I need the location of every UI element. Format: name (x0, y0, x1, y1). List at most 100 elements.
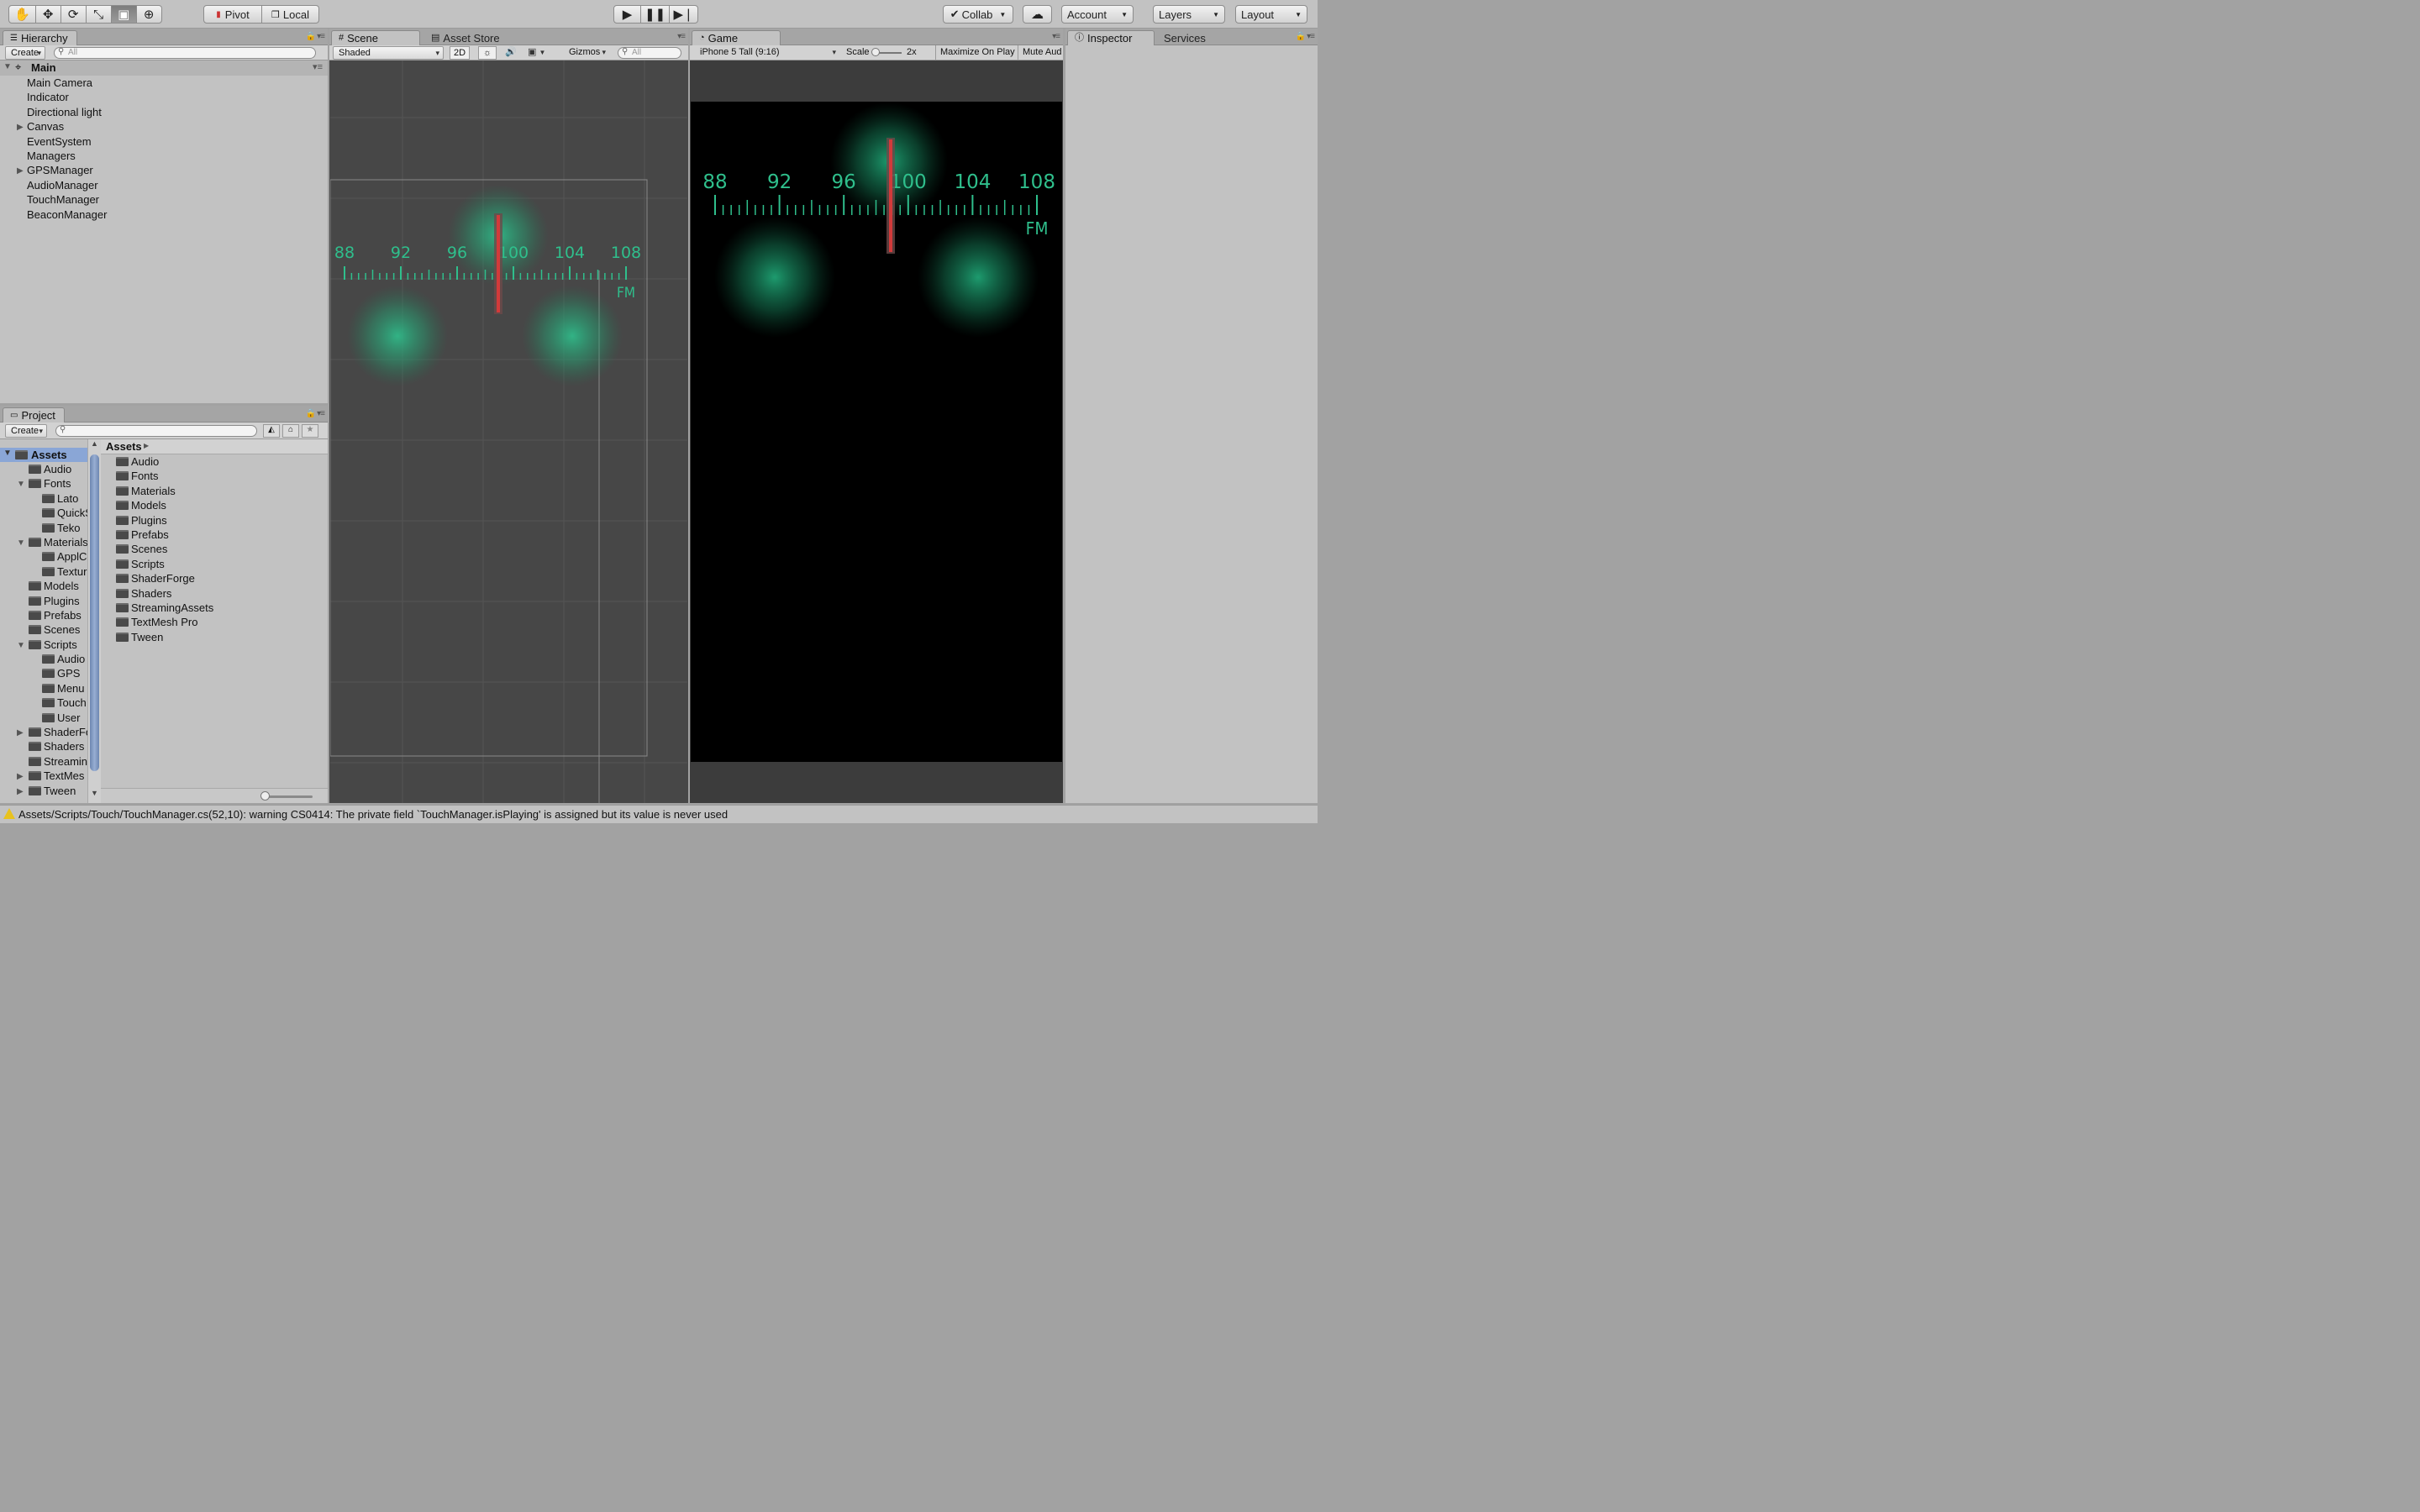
hierarchy-item[interactable]: Indicator (0, 90, 328, 104)
transform-tool-button[interactable]: ⊕ (136, 5, 162, 24)
audio-toggle[interactable]: 🔊 (502, 46, 520, 60)
asset-folder-item[interactable]: ShaderForge (101, 571, 328, 585)
tab-game[interactable]: ◔ Game (692, 30, 781, 45)
project-tree-item[interactable]: ▶ TextMes (0, 769, 87, 783)
filter-label-button[interactable]: ⌂ (282, 424, 299, 438)
expand-arrow-icon[interactable]: ▼ (17, 638, 25, 653)
expand-arrow-icon[interactable]: ▶ (17, 785, 24, 799)
project-tree-item[interactable]: Plugins (0, 594, 87, 608)
mode-2d-toggle[interactable]: 2D (450, 46, 470, 60)
maximize-on-play-toggle[interactable]: Maximize On Play (935, 45, 1018, 60)
project-tree-item[interactable]: Menu (0, 681, 87, 696)
asset-folder-item[interactable]: Fonts (101, 469, 328, 483)
project-tree-item[interactable]: GPS (0, 666, 87, 680)
tab-asset-store[interactable]: ▤ Asset Store (424, 30, 509, 45)
expand-arrow-icon[interactable]: ▶ (17, 726, 24, 740)
asset-folder-item[interactable]: StreamingAssets (101, 601, 328, 615)
hierarchy-search-input[interactable]: All (54, 47, 316, 59)
hierarchy-item[interactable]: ▶ GPSManager (0, 163, 328, 177)
expand-arrow-icon[interactable]: ▼ (3, 62, 12, 71)
project-tree-item[interactable]: Prefabs (0, 608, 87, 622)
hierarchy-item[interactable]: BeaconManager (0, 207, 328, 222)
favorites-button[interactable]: ★ (302, 424, 318, 438)
step-button[interactable]: ▶❘ (670, 5, 698, 24)
project-tree-item[interactable]: Models (0, 579, 87, 593)
gizmos-dropdown[interactable]: Gizmos (564, 46, 609, 60)
panel-menu-icon[interactable]: 🔒 ▾≡ (306, 32, 325, 41)
project-create-dropdown[interactable]: Create (5, 424, 47, 438)
panel-menu-icon[interactable]: 🔒 ▾≡ (1296, 32, 1315, 41)
project-tree-item[interactable]: Audio (0, 652, 87, 666)
asset-folder-item[interactable]: TextMesh Pro (101, 615, 328, 629)
tab-scene[interactable]: # Scene (331, 30, 420, 45)
scene-menu-icon[interactable]: ▾≡ (313, 61, 323, 72)
hierarchy-item[interactable]: Directional light (0, 105, 328, 119)
project-search-input[interactable] (55, 425, 257, 437)
tree-scrollbar[interactable]: ▲ ▼ (87, 439, 101, 803)
asset-folder-item[interactable]: Audio (101, 454, 328, 469)
expand-arrow-icon[interactable]: ▶ (17, 164, 24, 178)
tab-hierarchy[interactable]: ☰ Hierarchy (3, 30, 77, 45)
hierarchy-item[interactable]: TouchManager (0, 192, 328, 207)
scroll-thumb[interactable] (90, 454, 99, 771)
project-tree-item[interactable]: ▼ Scripts (0, 638, 87, 652)
expand-arrow-icon[interactable]: ▼ (3, 449, 12, 458)
lighting-toggle[interactable]: ☼ (478, 46, 497, 60)
hand-tool-button[interactable]: ✋ (8, 5, 36, 24)
pause-button[interactable]: ❚❚ (641, 5, 670, 24)
local-button[interactable]: ❒ Local (262, 5, 319, 24)
resolution-dropdown[interactable]: iPhone 5 Tall (9:16) (695, 46, 839, 60)
cloud-button[interactable]: ☁ (1023, 5, 1052, 24)
asset-folder-item[interactable]: Scenes (101, 542, 328, 556)
shading-mode-dropdown[interactable]: Shaded (333, 46, 444, 60)
pivot-button[interactable]: ▮ Pivot (203, 5, 262, 24)
asset-folder-item[interactable]: Materials (101, 484, 328, 498)
scroll-down-icon[interactable]: ▼ (91, 789, 98, 797)
expand-arrow-icon[interactable]: ▼ (17, 536, 25, 550)
tab-inspector[interactable]: ⓘ Inspector (1067, 30, 1155, 45)
panel-menu-icon[interactable]: 🔒 ▾≡ (306, 409, 325, 418)
asset-folder-item[interactable]: Shaders (101, 586, 328, 601)
layers-dropdown[interactable]: Layers ▼ (1153, 5, 1225, 24)
scale-tool-button[interactable]: ⤡ (86, 5, 112, 24)
project-tree-item[interactable]: Textur (0, 564, 87, 579)
move-tool-button[interactable]: ✥ (35, 5, 61, 24)
hierarchy-item[interactable]: ▶ Canvas (0, 119, 328, 134)
asset-folder-item[interactable]: Plugins (101, 513, 328, 528)
icon-size-slider-track[interactable] (262, 795, 313, 798)
project-tree-item[interactable]: ▶ ShaderFo (0, 725, 87, 739)
panel-menu-icon[interactable]: ▾≡ (1052, 32, 1060, 41)
project-tree-item[interactable]: Teko (0, 521, 87, 535)
project-tree-item[interactable]: Streamin (0, 754, 87, 769)
asset-folder-item[interactable]: Prefabs (101, 528, 328, 542)
effects-dropdown[interactable]: ▣ ▼ (528, 46, 556, 60)
project-tree-item[interactable]: QuickS (0, 506, 87, 520)
scene-viewport[interactable]: 88 92 96 100 104 108 FM (330, 60, 687, 803)
tab-project[interactable]: ▭ Project (3, 407, 65, 423)
rotate-tool-button[interactable]: ⟳ (60, 5, 87, 24)
layout-dropdown[interactable]: Layout ▼ (1235, 5, 1307, 24)
project-tree-item[interactable]: ▼ Materials (0, 535, 87, 549)
scroll-up-icon[interactable]: ▲ (91, 439, 98, 448)
asset-folder-item[interactable]: Scripts (101, 557, 328, 571)
panel-menu-icon[interactable]: ▾≡ (677, 32, 686, 41)
asset-folder-item[interactable]: Tween (101, 630, 328, 644)
project-tree-item[interactable]: ▼ Fonts (0, 476, 87, 491)
project-tree-item[interactable]: Audio (0, 462, 87, 476)
tree-row-selected[interactable]: ▼ Assets (0, 448, 87, 462)
collab-dropdown[interactable]: ✔ Collab ▼ (943, 5, 1013, 24)
project-tree-item[interactable]: Shaders (0, 739, 87, 753)
hierarchy-item[interactable]: AudioManager (0, 178, 328, 192)
scene-header-row[interactable]: ▼ ⌖ Main ▾≡ (0, 60, 328, 76)
hierarchy-create-dropdown[interactable]: Create (5, 46, 45, 60)
hierarchy-item[interactable]: EventSystem (0, 134, 328, 149)
project-tree-item[interactable]: Touch (0, 696, 87, 710)
rect-tool-button[interactable]: ▣ (111, 5, 137, 24)
mute-audio-toggle[interactable]: Mute Aud (1018, 45, 1063, 60)
filter-type-button[interactable]: ◭ (263, 424, 280, 438)
expand-arrow-icon[interactable]: ▶ (17, 769, 24, 784)
hierarchy-item[interactable]: Managers (0, 149, 328, 163)
scale-slider-thumb[interactable] (871, 48, 880, 56)
project-tree-item[interactable]: ApplCo (0, 549, 87, 564)
icon-size-slider-thumb[interactable] (260, 791, 270, 801)
